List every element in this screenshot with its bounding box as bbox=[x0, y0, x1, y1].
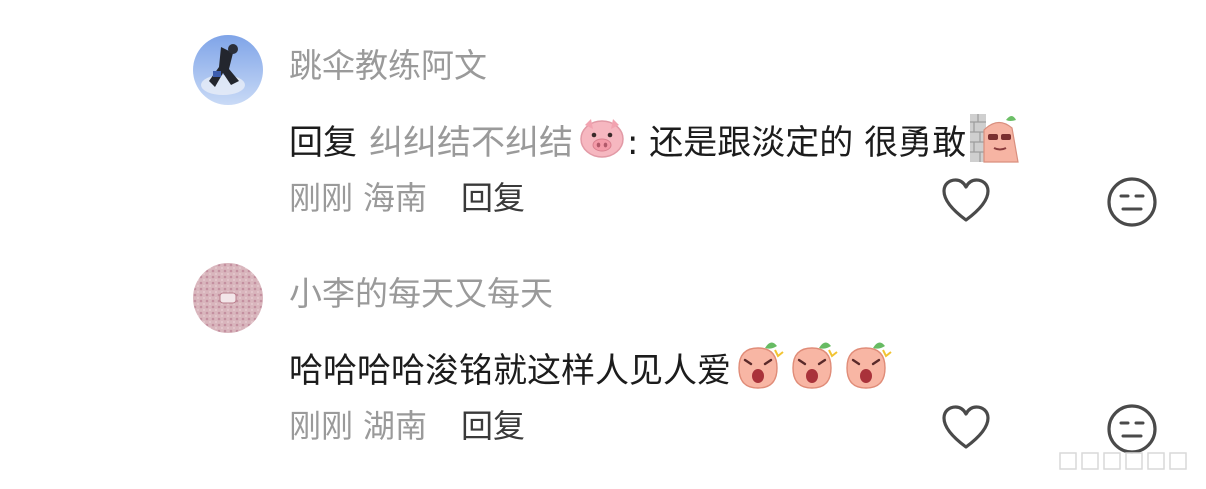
comment-body: 哈哈哈哈浚铭就这样人见人爱 bbox=[289, 350, 731, 391]
location: 海南 bbox=[363, 179, 428, 217]
comment-meta: 刚刚 湖南 回复 bbox=[289, 406, 525, 446]
neutral-face-icon[interactable] bbox=[1106, 176, 1158, 232]
reply-button[interactable]: 回复 bbox=[461, 179, 525, 217]
avatar[interactable] bbox=[193, 263, 263, 333]
mention-username[interactable]: 纠纠结不纠结 bbox=[369, 121, 573, 165]
pig-emoji bbox=[577, 115, 627, 170]
username[interactable]: 小李的每天又每天 bbox=[289, 274, 553, 314]
reply-prefix: 回复 bbox=[289, 122, 357, 163]
reply-button[interactable]: 回复 bbox=[461, 407, 525, 445]
excited-peach-emoji bbox=[785, 338, 839, 403]
peeking-emoji bbox=[968, 110, 1022, 175]
watermark-graphic bbox=[1058, 449, 1198, 477]
avatar[interactable] bbox=[193, 35, 263, 105]
comment-text: 哈哈哈哈浚铭就这样人见人爱 bbox=[289, 338, 893, 403]
timestamp: 刚刚 bbox=[289, 179, 354, 217]
comment-body: : 还是跟淡定的 很勇敢 bbox=[627, 122, 967, 163]
comment-meta: 刚刚 海南 回复 bbox=[289, 178, 525, 218]
comment-text: 回复 纠纠结不纠结 : 还是跟淡定的 很勇敢 bbox=[289, 110, 1022, 175]
location: 湖南 bbox=[363, 407, 428, 445]
heart-icon[interactable] bbox=[941, 178, 991, 228]
excited-peach-emoji bbox=[731, 338, 785, 403]
timestamp: 刚刚 bbox=[289, 407, 354, 445]
username[interactable]: 跳伞教练阿文 bbox=[289, 46, 487, 86]
excited-peach-emoji bbox=[839, 338, 893, 403]
heart-icon[interactable] bbox=[941, 405, 991, 455]
